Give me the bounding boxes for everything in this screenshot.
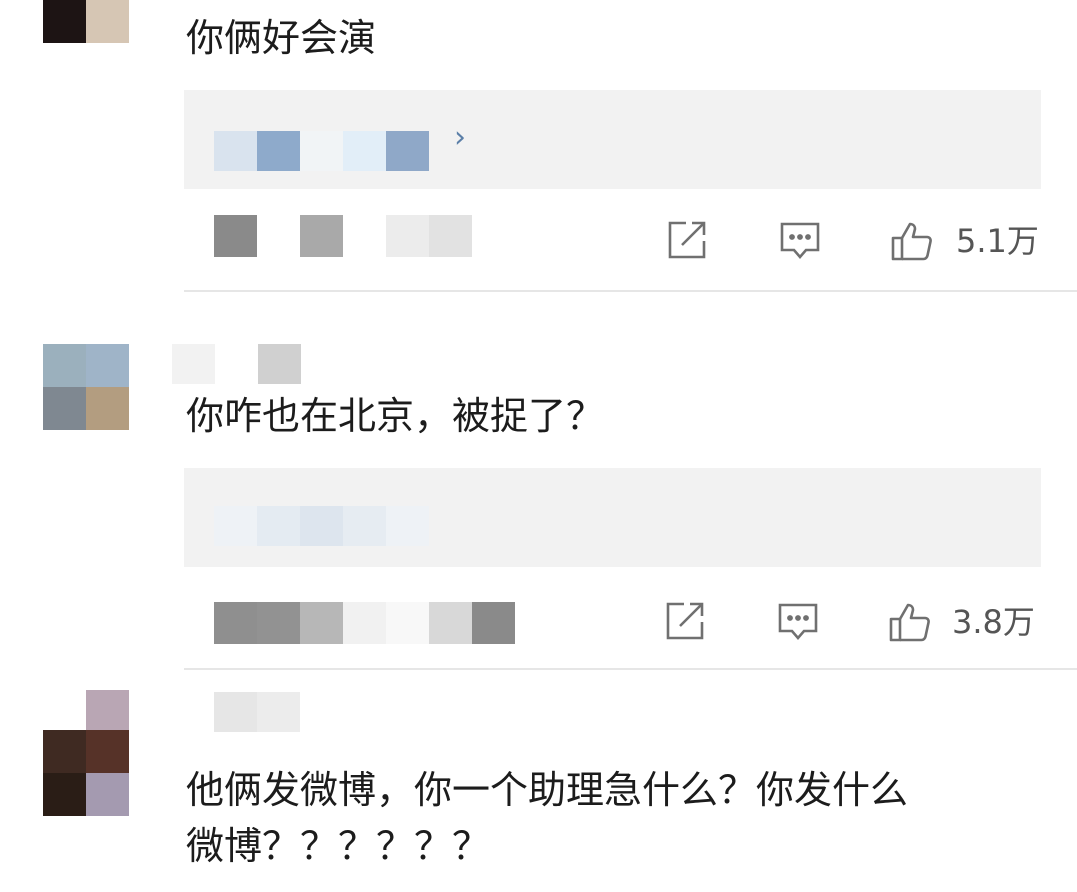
avatar[interactable] xyxy=(43,344,129,430)
avatar-edge xyxy=(86,690,129,730)
comment-text: 你俩好会演 xyxy=(186,16,377,60)
reply-count-pixelated xyxy=(214,131,429,171)
comment-text: 你咋也在北京，被捉了？ xyxy=(186,394,605,438)
comment-text: 他俩发微博，你一个助理急什么？你发什么 微博？？？？？？ xyxy=(186,768,909,868)
comment-item: 你俩好会演 › 5.1万 xyxy=(0,0,1077,292)
like-count: 5.1万 xyxy=(956,222,1039,260)
comment-meta-pixelated xyxy=(214,215,472,257)
thumbs-up-icon[interactable] xyxy=(888,600,932,644)
username-pixelated xyxy=(214,692,300,732)
like-count: 3.8万 xyxy=(952,603,1035,641)
comment-icon[interactable] xyxy=(778,219,822,263)
avatar[interactable] xyxy=(43,730,129,816)
avatar[interactable] xyxy=(43,0,129,43)
view-replies-arrow[interactable]: › xyxy=(454,120,466,155)
username-pixelated xyxy=(172,344,301,384)
thumbs-up-icon[interactable] xyxy=(890,219,934,263)
share-icon[interactable] xyxy=(662,600,706,644)
comment-item: 你咋也在北京，被捉了？ 3.8万 xyxy=(0,292,1077,670)
reply-count-pixelated xyxy=(214,506,429,546)
comment-meta-pixelated xyxy=(214,602,515,644)
share-icon[interactable] xyxy=(664,219,708,263)
comment-item: 他俩发微博，你一个助理急什么？你发什么 微博？？？？？？ xyxy=(0,670,1077,892)
comment-icon[interactable] xyxy=(776,600,820,644)
